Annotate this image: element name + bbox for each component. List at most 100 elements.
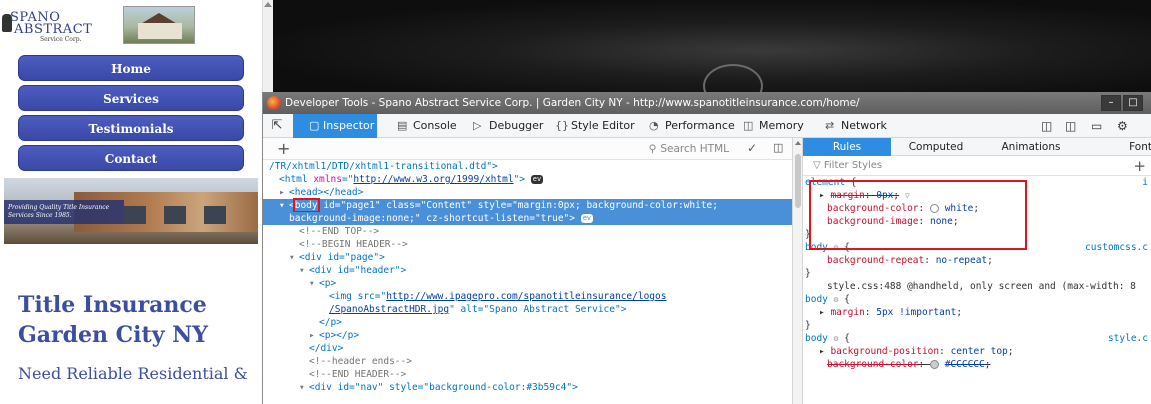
markup-toolbar: + ⚲ Search HTML ✓ ◫ [263, 138, 792, 160]
markup-scrollbar[interactable] [793, 138, 803, 404]
markup-line-selected[interactable]: background-image:none;" cz-shortcut-list… [263, 212, 792, 225]
site-logo[interactable]: SPANO ABSTRACT Service Corp. [2, 4, 250, 48]
expand-arrow-icon[interactable]: ▸ [819, 346, 830, 357]
tab-style-editor[interactable]: {} Style Editor [553, 114, 635, 138]
collapse-arrow-icon[interactable]: ▾ [299, 264, 309, 277]
filter-styles-input[interactable]: ▽ Filter Styles + [803, 156, 1151, 176]
nav-contact-button[interactable]: Contact [18, 145, 244, 171]
markup-tree: /TR/xhtml1/DTD/xhtml1-transitional.dtd">… [263, 160, 792, 394]
xmlns-link[interactable]: http://www.w3.org/1999/xhtml [353, 174, 513, 185]
element-picker-icon[interactable]: ⇱ [269, 118, 285, 134]
markup-line[interactable]: <!--BEGIN HEADER--> [263, 238, 792, 251]
markup-line[interactable]: ▸ <p></p> [263, 329, 792, 342]
prop-name: margin [830, 307, 865, 318]
nav-testimonials-button[interactable]: Testimonials [18, 115, 244, 141]
head-tag: <head></head> [289, 187, 364, 198]
filter-placeholder-text: Filter Styles [823, 160, 883, 171]
markup-line[interactable]: <!--END TOP--> [263, 225, 792, 238]
markup-line[interactable]: ▸ <head></head> [263, 186, 792, 199]
tab-inspector[interactable]: ▢ Inspector [293, 114, 377, 138]
media-query-source[interactable]: style.css:488 @handheld, only screen and… [803, 280, 1151, 293]
collapse-arrow-icon[interactable]: ▾ [309, 277, 319, 290]
scroll-up-icon[interactable] [795, 141, 801, 145]
markup-line[interactable]: </p> [263, 316, 792, 329]
prop-value: #CCCCCC [944, 359, 985, 370]
event-badge[interactable]: ev [580, 214, 594, 223]
div-close-tag: </div> [309, 343, 344, 354]
scrollbar-thumb[interactable] [795, 154, 801, 208]
dock-bottom-icon[interactable]: ▭ [1091, 118, 1102, 134]
css-declaration[interactable]: ▸ background-position: center top; [803, 345, 1151, 358]
maximize-button[interactable]: □ [1123, 95, 1143, 111]
rule-selector[interactable]: body ⚙ {style.c [803, 332, 1151, 345]
tab-rules[interactable]: Rules [803, 138, 891, 156]
gauge-icon: ◔ [649, 119, 659, 132]
div-tag: <div id="page"> [299, 252, 385, 263]
div-nav-tag: <div id="nav" style="background-color:#3… [309, 382, 578, 393]
tab-network[interactable]: ⇄ Network [823, 114, 887, 138]
markup-line[interactable]: </div> [263, 342, 792, 355]
nav-home-button[interactable]: Home [18, 55, 244, 81]
logo-text: SPANO ABSTRACT Service Corp. [10, 11, 93, 43]
eyedropper-icon[interactable]: ✓ [747, 141, 757, 155]
add-rule-icon[interactable]: + [1133, 156, 1146, 176]
markup-line[interactable]: ▾ <p> [263, 277, 792, 290]
tab-fonts[interactable]: Font [1081, 138, 1151, 156]
search-html-input[interactable]: ⚲ Search HTML [503, 141, 733, 157]
devtools-window-title: Developer Tools - Spano Abstract Service… [285, 97, 860, 109]
markup-line-selected[interactable]: ▾ <body id="page1" class="Content" style=… [263, 198, 792, 213]
collapse-arrow-icon[interactable]: ▾ [279, 199, 289, 212]
scroll-up-icon[interactable] [264, 2, 272, 7]
add-node-icon[interactable]: + [277, 140, 290, 158]
rule-source[interactable]: customcss.c [1085, 241, 1148, 254]
tab-animations[interactable]: Animations [981, 138, 1081, 156]
css-declaration[interactable]: background-color: #CCCCCC; [803, 358, 1151, 371]
prop-value: center top [950, 346, 1008, 357]
firefox-icon [267, 96, 281, 110]
tab-computed[interactable]: Computed [891, 138, 981, 156]
markup-line[interactable]: <html xmlns="http://www.w3.org/1999/xhtm… [263, 173, 792, 186]
markup-line[interactable]: ▾ <div id="nav" style="background-color:#… [263, 381, 792, 394]
markup-line[interactable]: <img src="http://www.ipagepro.com/spanot… [263, 290, 792, 303]
settings-gear-icon[interactable]: ⚙ [1117, 118, 1128, 134]
color-swatch[interactable] [929, 360, 939, 369]
markup-line[interactable]: /TR/xhtml1/DTD/xhtml1-transitional.dtd"> [263, 160, 792, 173]
tab-debugger[interactable]: ▷ Debugger [471, 114, 543, 138]
banner-window [204, 206, 226, 224]
event-badge[interactable]: ev [530, 175, 544, 184]
devtools-window: Developer Tools - Spano Abstract Service… [262, 92, 1151, 404]
devtools-titlebar[interactable]: Developer Tools - Spano Abstract Service… [263, 92, 1151, 114]
expand-arrow-icon[interactable]: ▸ [819, 307, 830, 318]
markup-line[interactable]: /SpanoAbstractHDR.jpg" alt="Spano Abstra… [263, 303, 792, 316]
rule-gear-icon[interactable]: ⚙ [834, 295, 839, 304]
collapse-arrow-icon[interactable]: ▾ [289, 251, 299, 264]
img-src-link[interactable]: /SpanoAbstractHDR.jpg [329, 304, 449, 315]
logo-line-2: ABSTRACT [14, 22, 93, 37]
markup-line[interactable]: ▾ <div id="header"> [263, 264, 792, 277]
expand-arrow-icon[interactable]: ▸ [279, 186, 289, 199]
minimize-button[interactable]: – [1101, 95, 1121, 111]
memory-icon: ◫ [743, 119, 754, 132]
collapse-arrow-icon[interactable]: ▾ [299, 381, 309, 394]
tab-label: Network [841, 119, 887, 132]
img-src-link[interactable]: http://www.ipagepro.com/spanotitleinsura… [386, 291, 666, 302]
rule-source[interactable]: style.c [1108, 332, 1148, 345]
dock-split-icon[interactable]: ◫ [1041, 118, 1052, 134]
screenshot-node-icon[interactable]: ◫ [773, 141, 783, 154]
rule-source[interactable]: i [1142, 176, 1148, 189]
nav-services-button[interactable]: Services [18, 85, 244, 111]
css-declaration[interactable]: ▸ margin: 5px !important; [803, 306, 1151, 319]
tab-performance[interactable]: ◔ Performance [647, 114, 735, 138]
expand-arrow-icon[interactable]: ▸ [309, 329, 319, 342]
markup-line[interactable]: <!--END HEADER--> [263, 368, 792, 381]
body-attrs-cont: background-image:none;" cz-shortcut-list… [289, 213, 575, 224]
tab-memory[interactable]: ◫ Memory [741, 114, 804, 138]
rule-gear-icon[interactable]: ⚙ [834, 334, 839, 343]
css-declaration[interactable]: background-repeat: no-repeat; [803, 254, 1151, 267]
markup-line[interactable]: <!--header ends--> [263, 355, 792, 368]
tab-console[interactable]: ▤ Console [395, 114, 457, 138]
markup-line[interactable]: ▾ <div id="page"> [263, 251, 792, 264]
rule-selector[interactable]: body ⚙ { [803, 293, 1151, 306]
p-tag: <p> [319, 278, 337, 289]
dock-side-icon[interactable]: ◫ [1065, 118, 1076, 134]
